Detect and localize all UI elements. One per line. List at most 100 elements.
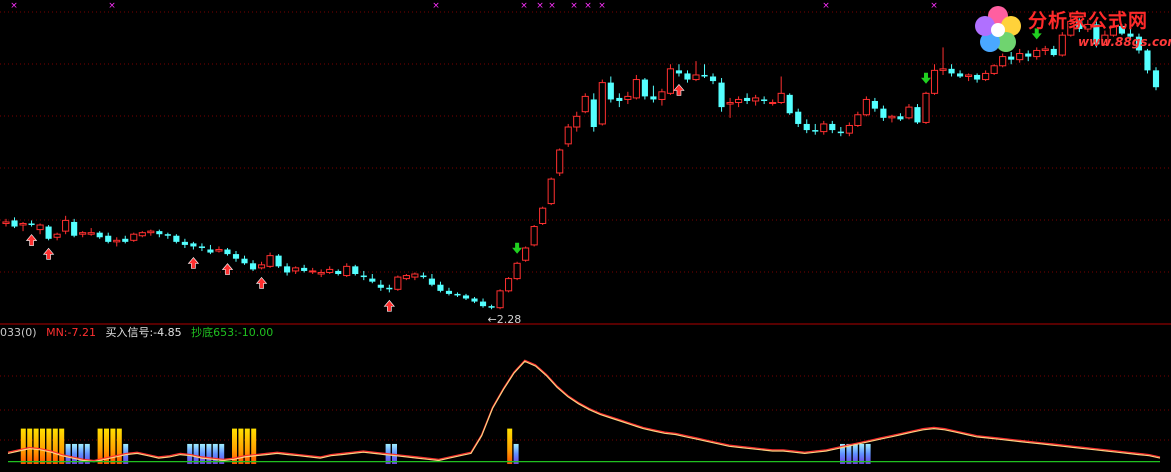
candle-body-up	[820, 123, 828, 133]
candle-body-down	[11, 220, 18, 227]
candle-body-down	[284, 266, 291, 273]
candle-body-up	[215, 249, 223, 252]
signal-bar-gold	[507, 428, 513, 464]
flower-icon	[975, 6, 1021, 52]
signal-bar-gold	[27, 428, 33, 464]
candle-body-up	[888, 115, 896, 119]
candle-body-up	[735, 98, 743, 104]
candle-body-up	[556, 149, 564, 174]
candle-body-down	[122, 238, 129, 242]
signal-bar-blue	[852, 443, 858, 464]
signal-bar-gold	[46, 428, 52, 464]
up-arrow-icon	[25, 234, 38, 246]
signal-bar-blue	[78, 443, 84, 464]
candle-body-down	[803, 123, 810, 131]
candle-body-down	[479, 301, 487, 307]
candle-body-up	[726, 102, 734, 105]
signal-bar-blue	[859, 443, 865, 464]
candle-body-down	[641, 79, 648, 97]
candle-body-up	[982, 72, 990, 81]
candle-body-up	[752, 97, 760, 102]
candle-body-down	[181, 241, 188, 245]
signal-bar-blue	[200, 443, 205, 464]
candle-body-up	[266, 255, 274, 267]
candle-body-up	[343, 265, 351, 277]
candle-body-down	[224, 249, 231, 255]
candle-body-up	[965, 74, 973, 77]
candle-body-up	[326, 268, 334, 273]
candle-body-up	[147, 230, 155, 234]
signal-bar-gold	[251, 428, 257, 464]
signal-bar-blue	[865, 443, 871, 464]
signal-bar-gold	[110, 428, 116, 464]
candle-body-down	[701, 74, 708, 77]
candle-body-up	[496, 290, 504, 309]
stock-chart: × × × × × × × × × × ×←2.28	[0, 1, 1171, 464]
indicator-prefix: 033(0)	[0, 326, 37, 339]
candle-body-down	[301, 267, 308, 271]
watermark-title: 分析家公式网	[1028, 10, 1149, 32]
top-marker: ×	[570, 1, 578, 11]
signal-bar-gold	[59, 428, 65, 464]
candle-body-down	[684, 73, 691, 80]
candle-body-down	[488, 306, 495, 308]
signal-bar-gold	[116, 428, 122, 464]
candle-body-down	[744, 97, 751, 101]
candle-body-up	[19, 222, 27, 226]
candle-body-up	[564, 126, 572, 145]
candle-body-down	[190, 243, 197, 247]
candle-body-down	[437, 284, 444, 291]
candle-body-down	[709, 76, 717, 82]
candle-body-down	[420, 275, 427, 278]
candle-body-down	[650, 96, 657, 100]
buy-signal-label: 买入信号:-4.85	[105, 326, 182, 339]
candle-body-up	[36, 224, 44, 231]
top-marker: ×	[548, 1, 556, 11]
up-arrow-icon	[187, 257, 200, 269]
top-marker: ×	[584, 1, 592, 11]
candle-body-up	[624, 95, 632, 100]
candle-body-down	[207, 249, 214, 253]
candle-body-down	[198, 246, 205, 248]
candle-body-down	[718, 82, 725, 108]
signal-bar-blue	[65, 443, 71, 464]
candle-body-down	[829, 123, 836, 131]
candle-body-down	[352, 266, 359, 275]
candle-body-down	[445, 290, 453, 294]
candle-body-up	[79, 232, 87, 235]
candle-body-up	[854, 114, 862, 126]
candle-body-up	[317, 271, 325, 275]
top-marker: ×	[598, 1, 606, 11]
candle-body-up	[257, 264, 266, 269]
candle-body-down	[957, 73, 964, 77]
top-marker: ×	[536, 1, 544, 11]
candle-body-down	[360, 275, 367, 278]
candle-body-down	[590, 99, 597, 128]
top-marker: ×	[432, 1, 440, 11]
down-arrow-icon	[921, 72, 931, 84]
candle-body-down	[471, 298, 478, 302]
candle-body-up	[87, 232, 95, 235]
signal-bar-gold	[33, 428, 39, 464]
candle-body-up	[138, 232, 146, 237]
candle-body-up	[292, 267, 300, 272]
candle-body-down	[249, 263, 257, 270]
candle-body-down	[71, 221, 78, 236]
up-arrow-icon	[255, 276, 268, 289]
top-marker: ×	[10, 1, 18, 11]
candle-body-up	[777, 92, 785, 104]
candle-body-up	[598, 82, 606, 125]
candle-body-up	[922, 92, 930, 123]
candle-body-up	[539, 207, 547, 224]
signal-bar-gold	[244, 428, 250, 464]
candle-body-up	[130, 233, 138, 241]
candle-body-down	[974, 74, 981, 80]
candle-body-up	[505, 278, 513, 292]
up-arrow-icon	[42, 247, 55, 260]
candle-body-up	[394, 276, 402, 290]
candle-body-up	[905, 106, 913, 119]
up-arrow-icon	[673, 84, 685, 96]
candle-body-down	[897, 116, 904, 120]
candle-body-up	[62, 219, 70, 232]
candle-body-down	[156, 231, 163, 235]
